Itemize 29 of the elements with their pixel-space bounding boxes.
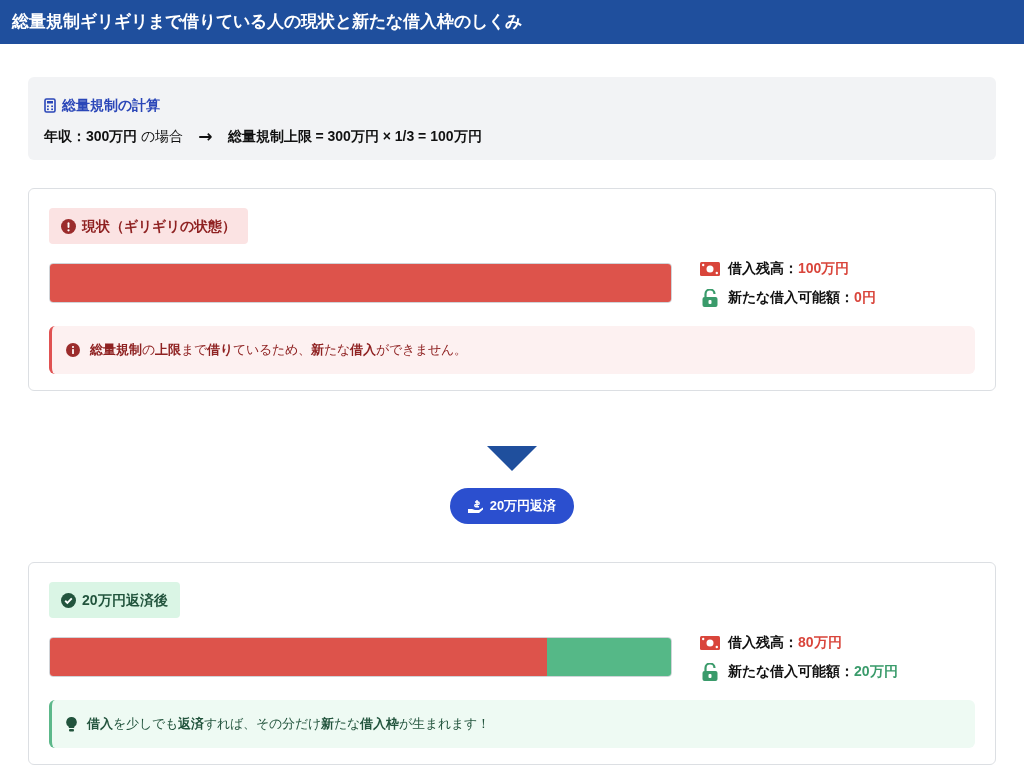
notice-text: 借入を少しでも返済すれば、その分だけ新たな借入枠が生まれます！ <box>87 715 490 734</box>
stat-label: 新たな借入可能額： <box>728 288 854 307</box>
down-triangle-icon <box>487 446 537 471</box>
income-text: 年収：300万円 の場合 <box>44 127 184 147</box>
stat-value: 0円 <box>854 288 876 307</box>
unlocked-padlock-icon <box>702 288 718 307</box>
hand-coin-icon <box>467 498 484 514</box>
stat-label: 借入残高： <box>728 633 798 652</box>
stat-label: 新たな借入可能額： <box>728 662 854 681</box>
arrow-symbol: → <box>198 125 213 148</box>
page-title: 総量規制ギリギリまで借りている人の現状と新たな借入枠のしくみ <box>12 11 522 34</box>
banknote-icon <box>700 261 720 276</box>
stat-value: 20万円 <box>854 662 898 681</box>
info-circle-icon <box>66 343 80 357</box>
lightbulb-icon <box>66 716 77 732</box>
stat-label: 借入残高： <box>728 259 798 278</box>
status-badge: 現状（ギリギリの状態） <box>49 208 248 244</box>
calculator-icon <box>44 98 56 113</box>
unlocked-padlock-icon <box>702 662 718 681</box>
notice-text: 総量規制の上限まで借りているため、新たな借入ができません。 <box>90 341 467 360</box>
stat-value: 100万円 <box>798 259 850 278</box>
check-circle-icon <box>61 592 76 608</box>
exclamation-circle-icon <box>61 218 76 234</box>
status-badge: 20万円返済後 <box>49 582 180 618</box>
banknote-icon <box>700 635 720 650</box>
repayment-pill: 20万円返済 <box>449 488 575 524</box>
formula-text: 総量規制上限 = 300万円 × 1/3 = 100万円 <box>227 127 482 147</box>
calculation-heading: 総量規制の計算 <box>62 96 160 115</box>
stat-value: 80万円 <box>798 633 842 652</box>
